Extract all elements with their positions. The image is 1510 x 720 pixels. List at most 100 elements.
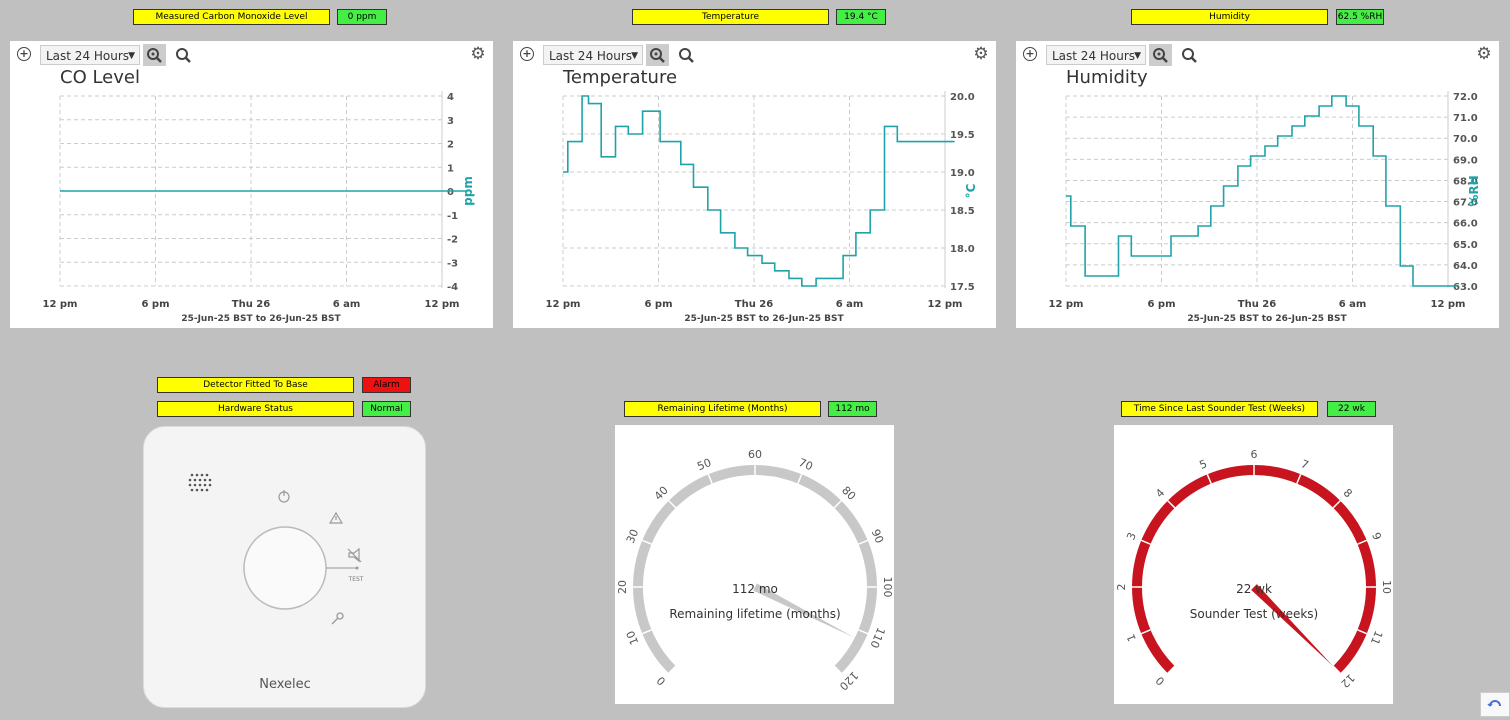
humidity-label: Humidity — [1131, 9, 1328, 25]
y-tick-label: 4 — [447, 92, 454, 103]
gauge-tick-label: 8 — [1341, 486, 1355, 500]
gauge-tick-label: 80 — [839, 484, 858, 503]
humidity-chart-svg: 72.071.070.069.068.067.066.065.064.063.0… — [1049, 91, 1481, 324]
co-label: Measured Carbon Monoxide Level — [133, 9, 330, 25]
sounder-gauge: 0 1 2 3 4 5 6 7 8 9 10 11 12 22 wk Sounder Test (weeks… — [1114, 425, 1393, 704]
gauge-tick-label: 20 — [616, 580, 629, 594]
test-label: TEST — [348, 576, 364, 583]
y-tick-label: 20.0 — [950, 92, 975, 103]
gauge-tick-label: 0 — [654, 674, 668, 688]
y-axis-label: °C — [964, 183, 978, 198]
x-tick-label: Thu 26 — [1238, 299, 1276, 310]
gauge-tick-label: 60 — [748, 448, 762, 461]
y-tick-label: 19.5 — [950, 130, 975, 141]
hardware-label: Hardware Status — [157, 401, 354, 417]
y-tick-label: 66.0 — [1453, 219, 1478, 230]
speaker-grille-icon — [188, 473, 212, 492]
sounder-label: Time Since Last Sounder Test (Weeks) — [1121, 401, 1318, 417]
gauge-tick-label: 2 — [1115, 584, 1128, 591]
gauge-readout: 22 wk — [1236, 582, 1272, 596]
gauge-tick-label: 5 — [1198, 457, 1209, 472]
brand-logo: Nexelec — [259, 677, 311, 692]
gauge-tick-label: 110 — [867, 626, 887, 650]
recaptcha-icon[interactable] — [1480, 692, 1510, 717]
humidity-chart-panel: + Last 24 Hours ▼ ⚙ Humidity 72.0 71.0 70.0… — [1016, 41, 1499, 328]
co-detector-image: TEST Nexelec — [143, 426, 426, 708]
detector-illustration: TEST Nexelec — [188, 473, 364, 692]
co-value: 0 ppm — [337, 9, 387, 25]
gauge-tick-label: 9 — [1369, 531, 1384, 542]
gauge-tick-label: 7 — [1299, 457, 1310, 472]
x-tick-label: 12 pm — [43, 299, 78, 310]
x-tick-label: 12 pm — [425, 299, 460, 310]
x-tick-label: Thu 26 — [232, 299, 270, 310]
gauge-tick-label: 3 — [1124, 531, 1139, 542]
wrench-icon — [331, 612, 344, 625]
gauge-tick-label: 11 — [1368, 629, 1385, 647]
hardware-status-badge: Normal — [362, 401, 411, 417]
sounder-value: 22 wk — [1327, 401, 1376, 417]
y-tick-label: -2 — [447, 235, 458, 246]
x-tick-label: 6 pm — [1147, 299, 1175, 310]
y-tick-label: 65.0 — [1453, 240, 1478, 251]
co-chart-svg: 4 3 2 1 0 -1 -2 -3 -4 12 pm 6 pm Thu 26 6 am 12 pm 25-… — [43, 91, 475, 324]
lifetime-gauge-svg: 0102030405060708090100110120112 moRemain… — [616, 448, 894, 693]
test-button — [243, 526, 327, 610]
gauge-tick-label: 50 — [695, 456, 713, 473]
gauge-tick-label: 12 — [1338, 671, 1357, 690]
y-tick-label: 3 — [447, 116, 454, 127]
gauge-tick-label: 4 — [1153, 486, 1167, 500]
gauge-arc — [1132, 465, 1376, 674]
temperature-chart-panel: + Last 24 Hours ▼ ⚙ Temperature 20.0 19.5 1… — [513, 41, 996, 328]
x-tick-label: 12 pm — [928, 299, 963, 310]
x-tick-label: 6 pm — [644, 299, 672, 310]
x-tick-label: 6 am — [836, 299, 864, 310]
gauge-tick-label: 40 — [652, 484, 671, 503]
gauge-tick-label: 70 — [797, 456, 815, 473]
y-axis-label: %RH — [1467, 175, 1481, 206]
y-tick-label: 69.0 — [1453, 155, 1478, 166]
y-tick-label: -1 — [447, 211, 458, 222]
y-tick-label: -3 — [447, 258, 458, 269]
warning-icon — [328, 511, 344, 524]
x-tick-label: 6 pm — [141, 299, 169, 310]
y-tick-label: 63.0 — [1453, 282, 1478, 293]
gauge-caption: Sounder Test (weeks) — [1190, 607, 1319, 621]
y-tick-label: 1 — [447, 163, 454, 174]
gauge-readout: 112 mo — [732, 582, 778, 596]
gauge-tick-label: 90 — [869, 527, 886, 545]
gauge-tick-label: 100 — [881, 577, 894, 598]
y-tick-label: 71.0 — [1453, 113, 1478, 124]
gauge-caption: Remaining lifetime (months) — [669, 607, 840, 621]
y-tick-label: 64.0 — [1453, 261, 1478, 272]
series-line — [563, 95, 955, 287]
y-tick-label: 17.5 — [950, 282, 975, 293]
gauge-tick-label: 30 — [624, 527, 641, 545]
y-tick-label: 19.0 — [950, 168, 975, 179]
lifetime-gauge: 0 10 20 30 40 50 60 70 80 90 100 110 120 112 mo Remain… — [615, 425, 894, 704]
x-tick-label: 12 pm — [1049, 299, 1084, 310]
sound-off-icon — [347, 547, 362, 563]
fitted-status-badge: Alarm — [362, 377, 411, 393]
y-tick-label: 70.0 — [1453, 134, 1478, 145]
x-axis-label: 25-Jun-25 BST to 26-Jun-25 BST — [181, 314, 341, 324]
power-icon — [278, 490, 290, 503]
gauge-needle — [1251, 584, 1334, 667]
x-tick-label: Thu 26 — [735, 299, 773, 310]
y-tick-label: 18.5 — [950, 206, 975, 217]
temperature-value: 19.4 °C — [836, 9, 886, 25]
y-tick-label: 2 — [447, 140, 454, 151]
fitted-label: Detector Fitted To Base — [157, 377, 354, 393]
y-tick-label: -4 — [447, 282, 458, 293]
lifetime-label: Remaining Lifetime (Months) — [624, 401, 821, 417]
gauge-tick-label: 10 — [1380, 580, 1393, 594]
lifetime-value: 112 mo — [828, 401, 877, 417]
gauge-tick-label: 10 — [624, 629, 641, 647]
gauge-tick-label: 0 — [1153, 674, 1167, 688]
gauge-tick-label: 1 — [1124, 632, 1139, 643]
series-line — [1066, 95, 1458, 287]
y-tick-label: 18.0 — [950, 244, 975, 255]
temperature-label: Temperature — [632, 9, 829, 25]
gauge-tick-label: 6 — [1251, 448, 1258, 461]
x-tick-label: 6 am — [1339, 299, 1367, 310]
